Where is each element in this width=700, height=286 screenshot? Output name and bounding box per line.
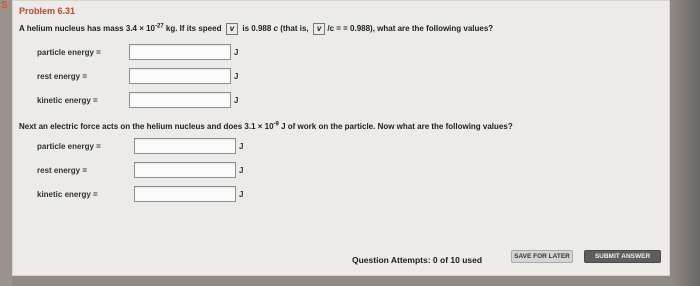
left-panel-label: S xyxy=(1,0,8,11)
first-rest-energy-label: rest energy = xyxy=(37,72,88,81)
problem-statement: A helium nucleus has mass 3.4 × 10-27 kg… xyxy=(19,23,493,35)
statement-mass-suffix: kg. If its speed xyxy=(163,24,222,33)
first-particle-energy-unit: J xyxy=(234,48,239,57)
second-kinetic-energy-input[interactable] xyxy=(134,186,236,202)
second-part-suffix: J of work on the particle. Now what are … xyxy=(278,122,513,131)
first-kinetic-energy-unit: J xyxy=(234,96,239,105)
second-part-statement: Next an electric force acts on the heliu… xyxy=(19,121,513,132)
second-particle-energy-row: particle energy = J xyxy=(37,138,257,156)
second-rest-energy-label: rest energy = xyxy=(37,166,88,175)
statement-speed-mid: is 0.988 xyxy=(240,24,272,33)
first-kinetic-energy-input[interactable] xyxy=(129,92,231,108)
vector-symbol: v xyxy=(229,24,235,33)
statement-prefix: A helium nucleus has mass 3.4 × 10 xyxy=(19,24,155,33)
second-particle-energy-unit: J xyxy=(239,142,244,151)
first-particle-energy-row: particle energy = J xyxy=(37,44,257,62)
second-rest-energy-row: rest energy = J xyxy=(37,162,257,180)
second-particle-energy-input[interactable] xyxy=(134,138,236,154)
first-rest-energy-unit: J xyxy=(234,72,239,81)
problem-title: Problem 6.31 xyxy=(19,6,76,16)
second-kinetic-energy-unit: J xyxy=(239,190,244,199)
right-shadow xyxy=(670,0,700,286)
statement-over-c: /c = xyxy=(327,24,344,33)
speed-vector-icon-2: v xyxy=(312,23,326,35)
second-particle-energy-label: particle energy = xyxy=(37,142,101,151)
second-part-prefix: Next an electric force acts on the heliu… xyxy=(19,122,274,131)
first-particle-energy-input[interactable] xyxy=(129,44,231,60)
first-rest-energy-input[interactable] xyxy=(129,68,231,84)
mass-exponent: -27 xyxy=(155,23,164,30)
statement-that-is: (that is, xyxy=(277,24,309,33)
second-rest-energy-unit: J xyxy=(239,166,244,175)
problem-content: Problem 6.31 A helium nucleus has mass 3… xyxy=(19,4,669,274)
question-attempts: Question Attempts: 0 of 10 used xyxy=(352,255,483,265)
second-kinetic-energy-label: kinetic energy = xyxy=(37,190,98,199)
first-rest-energy-row: rest energy = J xyxy=(37,68,257,86)
save-for-later-button[interactable]: SAVE FOR LATER xyxy=(511,250,573,263)
second-kinetic-energy-row: kinetic energy = J xyxy=(37,186,257,204)
first-particle-energy-label: particle energy = xyxy=(37,48,101,57)
statement-equals-value: = 0.988), what are the following values? xyxy=(343,24,494,33)
vector-symbol-2: v xyxy=(316,24,322,33)
submit-answer-button[interactable]: SUBMIT ANSWER xyxy=(584,250,661,263)
speed-vector-icon: v xyxy=(225,23,239,35)
first-kinetic-energy-label: kinetic energy = xyxy=(37,96,98,105)
left-panel-strip: S xyxy=(0,0,12,286)
second-rest-energy-input[interactable] xyxy=(134,162,236,178)
first-kinetic-energy-row: kinetic energy = J xyxy=(37,92,257,110)
